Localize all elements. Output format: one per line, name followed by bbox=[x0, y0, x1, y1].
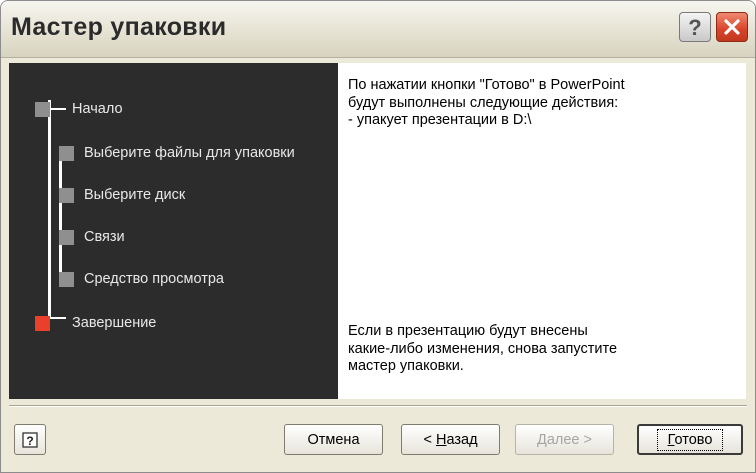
step-marker-2 bbox=[59, 146, 74, 161]
step-label-6: Завершение bbox=[72, 315, 157, 331]
back-button-label: < Назад bbox=[423, 432, 477, 448]
finish-button[interactable]: Готово bbox=[637, 424, 743, 455]
steps-connector-bottom bbox=[48, 317, 66, 319]
intro-line-1: По нажатии кнопки "Готово" в PowerPoint bbox=[348, 77, 625, 93]
wizard-steps-panel: Начало Выберите файлы для упаковки Выбер… bbox=[9, 63, 338, 399]
svg-text:?: ? bbox=[26, 434, 33, 448]
help-icon: ? bbox=[22, 431, 38, 448]
wizard-content-panel: По нажатии кнопки "Готово" в PowerPoint … bbox=[338, 63, 746, 399]
intro-line-3: - упакует презентации в D:\ bbox=[348, 112, 532, 128]
cancel-button-label: Отмена bbox=[307, 431, 360, 448]
title-bar[interactable]: Мастер упаковки ? bbox=[1, 1, 755, 58]
steps-track-inner bbox=[59, 146, 62, 286]
next-label-accelerator: Д bbox=[537, 431, 547, 448]
wizard-help-button[interactable]: ? bbox=[14, 424, 46, 455]
step-marker-4 bbox=[59, 230, 74, 245]
footer-line-1: Если в презентацию будут внесены bbox=[348, 323, 588, 339]
packaging-wizard-window: Мастер упаковки ? Начало Выберите файлы … bbox=[0, 0, 756, 473]
step-label-2: Выберите файлы для упаковки bbox=[84, 145, 295, 161]
footer-text: Если в презентацию будут внесены какие-л… bbox=[348, 323, 617, 376]
step-label-4: Связи bbox=[84, 229, 125, 245]
back-label-rest: азад bbox=[446, 431, 478, 448]
finish-label-rest: отово bbox=[674, 431, 713, 448]
step-label-3: Выберите диск bbox=[84, 187, 186, 203]
window-title: Мастер упаковки bbox=[11, 13, 227, 41]
steps-connector-top bbox=[48, 108, 66, 110]
button-bar-divider bbox=[9, 405, 747, 407]
finish-button-label: Готово bbox=[656, 428, 724, 451]
step-label-1: Начало bbox=[72, 101, 123, 117]
footer-line-3: мастер упаковки. bbox=[348, 358, 464, 374]
back-button[interactable]: < Назад bbox=[401, 424, 500, 455]
steps-track-outer bbox=[48, 100, 51, 318]
footer-line-2: какие-либо изменения, снова запустите bbox=[348, 340, 618, 357]
title-help-button[interactable]: ? bbox=[679, 12, 711, 42]
back-label-prefix: < bbox=[423, 431, 436, 448]
step-label-5: Средство просмотра bbox=[84, 271, 224, 287]
svg-text:?: ? bbox=[688, 15, 701, 39]
next-label-rest: алее > bbox=[546, 431, 592, 448]
intro-text: По нажатии кнопки "Готово" в PowerPoint … bbox=[348, 77, 625, 130]
title-close-button[interactable] bbox=[716, 12, 748, 42]
step-marker-1 bbox=[35, 102, 50, 117]
help-icon: ? bbox=[688, 15, 701, 39]
step-marker-6-current bbox=[35, 316, 50, 331]
step-marker-5 bbox=[59, 272, 74, 287]
next-button[interactable]: Далее > bbox=[515, 424, 614, 455]
back-label-accelerator: Н bbox=[435, 431, 447, 448]
cancel-button[interactable]: Отмена bbox=[284, 424, 383, 455]
next-button-label: Далее > bbox=[537, 432, 592, 448]
intro-line-2: будут выполнены следующие действия: bbox=[348, 94, 619, 111]
close-icon bbox=[724, 19, 740, 35]
step-marker-3 bbox=[59, 188, 74, 203]
